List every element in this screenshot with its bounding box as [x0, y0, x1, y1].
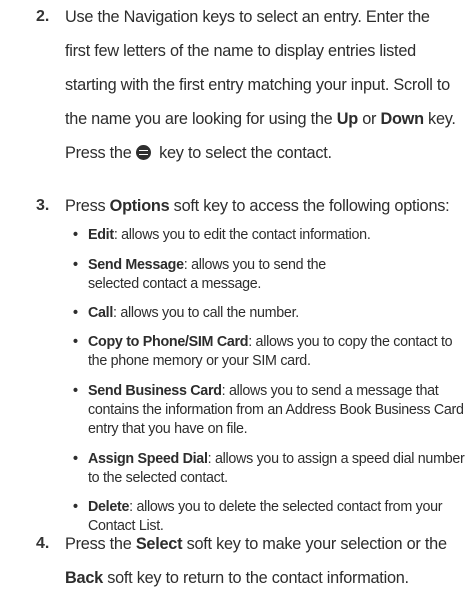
ok-key-icon: [135, 145, 151, 160]
option-term: Delete: [88, 499, 130, 515]
option-term: Send Message: [88, 257, 184, 273]
option-term: Copy to Phone/SIM Card: [88, 334, 249, 350]
option-term: Call: [88, 305, 114, 321]
bullet: •: [73, 451, 78, 467]
option-item-assign-speed-dial: • Assign Speed Dial: allows you to assig…: [73, 450, 465, 488]
option-term: Edit: [88, 227, 114, 243]
step-text-run: soft key to return to the contact inform…: [102, 569, 409, 587]
option-item-copy-to-phone-sim: • Copy to Phone/SIM Card: allows you to …: [73, 333, 465, 371]
option-item-send-business-card: • Send Business Card: allows you to send…: [73, 382, 465, 439]
key-name-down: Down: [380, 110, 424, 128]
step-text-run: soft key to make your selection or the: [182, 535, 447, 553]
bullet: •: [73, 334, 78, 350]
option-desc: : allows you to edit the contact informa…: [113, 227, 371, 243]
bullet: •: [73, 499, 78, 515]
step-text-run: or: [357, 110, 381, 128]
manual-page: 2. Use the Navigation keys to select an …: [0, 0, 472, 587]
step-number: 3.: [36, 197, 50, 214]
step-text-run: key to select the contact.: [154, 144, 332, 162]
option-item-edit: • Edit: allows you to edit the contact i…: [73, 226, 465, 245]
option-desc: : allows you to call the number.: [113, 305, 299, 321]
key-name-up: Up: [336, 110, 358, 128]
option-item-send-message: • Send Message: allows you to send the s…: [73, 256, 465, 294]
key-name-back: Back: [65, 569, 103, 587]
option-item-call: • Call: allows you to call the number.: [73, 304, 465, 323]
bullet: •: [73, 305, 78, 321]
step-text: Press the Select soft key to make your s…: [65, 527, 457, 595]
step-number: 2.: [36, 8, 50, 25]
key-name-select: Select: [135, 535, 183, 553]
step-text: Press Options soft key to access the fol…: [65, 189, 457, 223]
step-text-run: Press the: [65, 535, 136, 553]
step-number: 4.: [36, 535, 50, 552]
option-term: Send Business Card: [88, 383, 222, 399]
bullet: •: [73, 257, 78, 273]
step-text: Use the Navigation keys to select an ent…: [65, 0, 457, 170]
step-text-run: soft key to access the following options…: [169, 197, 450, 215]
bullet: •: [73, 227, 78, 243]
step-text-run: Press: [65, 197, 110, 215]
option-term: Assign Speed Dial: [88, 451, 208, 467]
key-name-options: Options: [109, 197, 170, 215]
bullet: •: [73, 383, 78, 399]
